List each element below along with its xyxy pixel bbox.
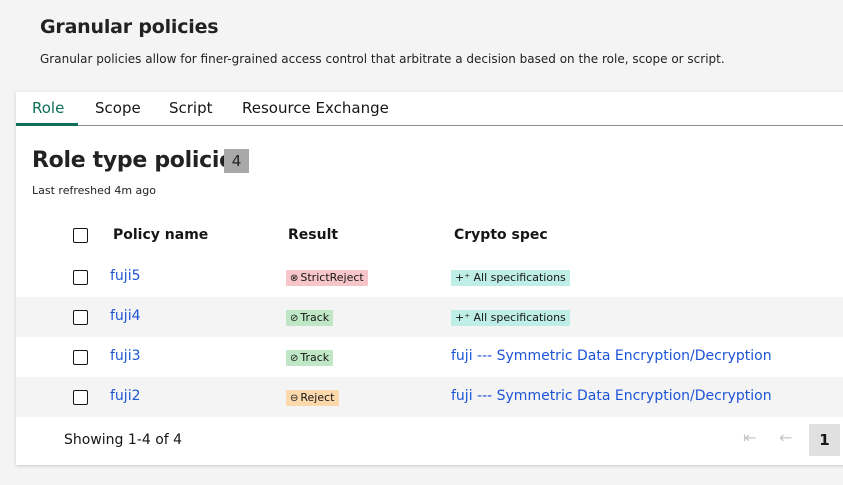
tab-role[interactable]: Role bbox=[32, 99, 64, 117]
result-label: StrictReject bbox=[300, 271, 364, 284]
result-tag: ⊘ Track bbox=[286, 310, 334, 326]
pagination-summary: Showing 1-4 of 4 bbox=[64, 432, 183, 448]
row-checkbox[interactable] bbox=[73, 270, 88, 285]
column-header-crypto-spec[interactable]: Crypto spec bbox=[454, 227, 548, 243]
crypto-spec-link[interactable]: fuji --- Symmetric Data Encryption/Decry… bbox=[451, 348, 772, 364]
result-label: Track bbox=[300, 351, 330, 364]
table-row: fuji4 ⊘ Track +⁺ All specifications bbox=[16, 297, 843, 337]
tab-bar: Role Scope Script Resource Exchange bbox=[16, 92, 843, 126]
select-all-checkbox[interactable] bbox=[73, 228, 88, 243]
row-checkbox[interactable] bbox=[73, 310, 88, 325]
tab-script[interactable]: Script bbox=[169, 99, 213, 117]
result-tag: ⊗ StrictReject bbox=[286, 270, 368, 286]
result-label: Reject bbox=[300, 391, 335, 404]
current-page-button[interactable]: 1 bbox=[809, 424, 840, 456]
result-label: Track bbox=[300, 311, 330, 324]
page-header: Granular policies bbox=[40, 16, 219, 38]
x-circle-icon: ⊗ bbox=[290, 273, 299, 284]
crypto-spec-link[interactable]: fuji --- Symmetric Data Encryption/Decry… bbox=[451, 388, 772, 404]
policy-name-link[interactable]: fuji4 bbox=[110, 308, 141, 324]
row-checkbox[interactable] bbox=[73, 350, 88, 365]
result-tag: ⊖ Reject bbox=[286, 390, 339, 406]
check-circle-icon: ⊘ bbox=[290, 313, 299, 324]
section-title: Role type policies bbox=[32, 148, 247, 173]
first-page-icon[interactable]: ⇤ bbox=[743, 428, 756, 447]
tab-scope[interactable]: Scope bbox=[95, 99, 141, 117]
column-header-result[interactable]: Result bbox=[288, 227, 338, 243]
policies-card: Role Scope Script Resource Exchange Role… bbox=[16, 92, 843, 465]
tab-resource-exchange[interactable]: Resource Exchange bbox=[242, 99, 389, 117]
minus-circle-icon: ⊖ bbox=[290, 393, 299, 404]
sparkle-icon: +⁺ bbox=[455, 311, 471, 324]
policy-name-link[interactable]: fuji3 bbox=[110, 348, 141, 364]
active-tab-indicator bbox=[16, 123, 78, 126]
previous-page-icon[interactable]: ← bbox=[779, 428, 792, 447]
crypto-spec-tag: +⁺ All specifications bbox=[451, 270, 570, 286]
column-header-policy-name[interactable]: Policy name bbox=[113, 227, 208, 243]
count-badge: 4 bbox=[224, 149, 249, 173]
policy-name-link[interactable]: fuji2 bbox=[110, 388, 141, 404]
last-refreshed-text: Last refreshed 4m ago bbox=[32, 184, 156, 197]
table-row: fuji2 ⊖ Reject fuji --- Symmetric Data En… bbox=[16, 377, 843, 417]
table-row: fuji3 ⊘ Track fuji --- Symmetric Data Enc… bbox=[16, 337, 843, 377]
row-checkbox[interactable] bbox=[73, 390, 88, 405]
result-tag: ⊘ Track bbox=[286, 350, 334, 366]
crypto-spec-label: All specifications bbox=[473, 271, 566, 284]
page-title: Granular policies bbox=[40, 16, 219, 38]
policy-name-link[interactable]: fuji5 bbox=[110, 268, 141, 284]
page-description: Granular policies allow for finer-graine… bbox=[40, 52, 725, 66]
crypto-spec-tag: +⁺ All specifications bbox=[451, 310, 570, 326]
sparkle-icon: +⁺ bbox=[455, 271, 471, 284]
table-row: fuji5 ⊗ StrictReject +⁺ All specification… bbox=[16, 257, 843, 297]
crypto-spec-label: All specifications bbox=[473, 311, 566, 324]
check-circle-icon: ⊘ bbox=[290, 353, 299, 364]
